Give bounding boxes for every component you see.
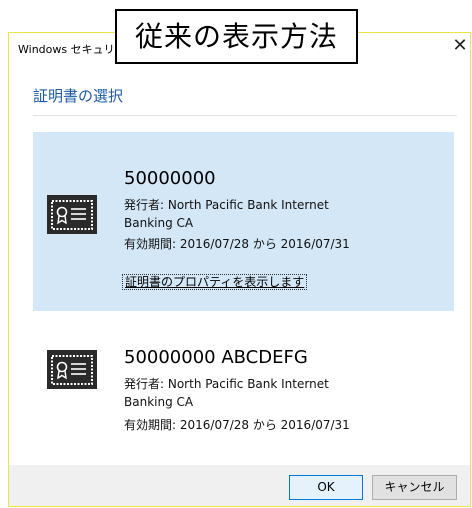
certificate-validity: 有効期間: 2016/07/28 から 2016/07/31 — [124, 237, 350, 251]
certificate-icon — [47, 195, 97, 234]
dialog-heading: 証明書の選択 — [33, 87, 124, 105]
heading-divider — [33, 115, 457, 116]
view-properties-link[interactable]: 証明書のプロパティを表示します — [122, 274, 308, 290]
ok-button[interactable]: OK — [289, 475, 363, 500]
close-icon[interactable]: ✕ — [451, 37, 469, 55]
certificate-issuer-cont: Banking CA — [124, 216, 194, 230]
certificate-name: 50000000 — [124, 168, 216, 189]
certificate-item[interactable] — [33, 335, 454, 445]
callout-label: 従来の表示方法 — [115, 9, 358, 64]
window-title: Windows セキュリ — [18, 43, 115, 56]
frame-border-accent — [358, 32, 471, 33]
certificate-issuer: 発行者: North Pacific Bank Internet — [124, 198, 329, 212]
cancel-button[interactable]: キャンセル — [372, 475, 457, 500]
